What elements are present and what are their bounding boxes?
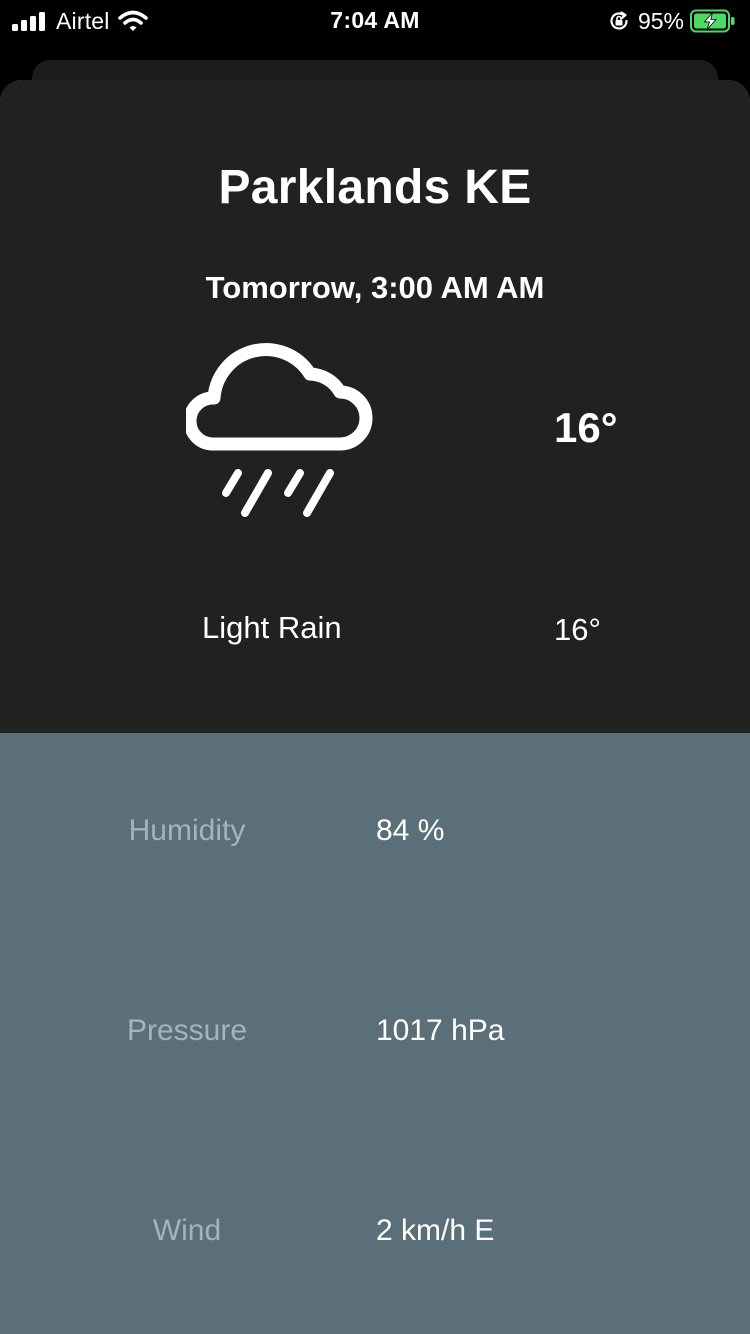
forecast-datetime: Tomorrow, 3:00 AM AM xyxy=(205,270,545,305)
wind-value: 2 km/h E xyxy=(376,1214,495,1247)
cloud-rain-icon xyxy=(186,343,373,517)
orientation-lock-icon xyxy=(610,11,628,30)
humidity-value: 84 % xyxy=(376,814,445,847)
secondary-temperature: 16° xyxy=(554,612,601,647)
pressure-value: 1017 hPa xyxy=(376,1014,505,1047)
battery-charging-icon xyxy=(690,9,735,33)
humidity-label: Humidity xyxy=(128,814,246,847)
status-bar: Airtel 7:04 AM 95% xyxy=(0,0,750,44)
current-temperature: 16° xyxy=(554,404,618,451)
wind-label: Wind xyxy=(152,1214,222,1247)
pressure-label: Pressure xyxy=(126,1014,248,1047)
city-title: Parklands KE xyxy=(218,161,532,214)
battery-percentage: 95% xyxy=(637,7,684,34)
status-bar-right: 95% xyxy=(608,7,736,35)
forecast-detail-sheet: Parklands KE Tomorrow, 3:00 AM AM 16° Li… xyxy=(0,80,750,1334)
forecast-summary-panel: Parklands KE Tomorrow, 3:00 AM AM 16° Li… xyxy=(0,80,750,733)
weather-condition: Light Rain xyxy=(202,610,342,645)
